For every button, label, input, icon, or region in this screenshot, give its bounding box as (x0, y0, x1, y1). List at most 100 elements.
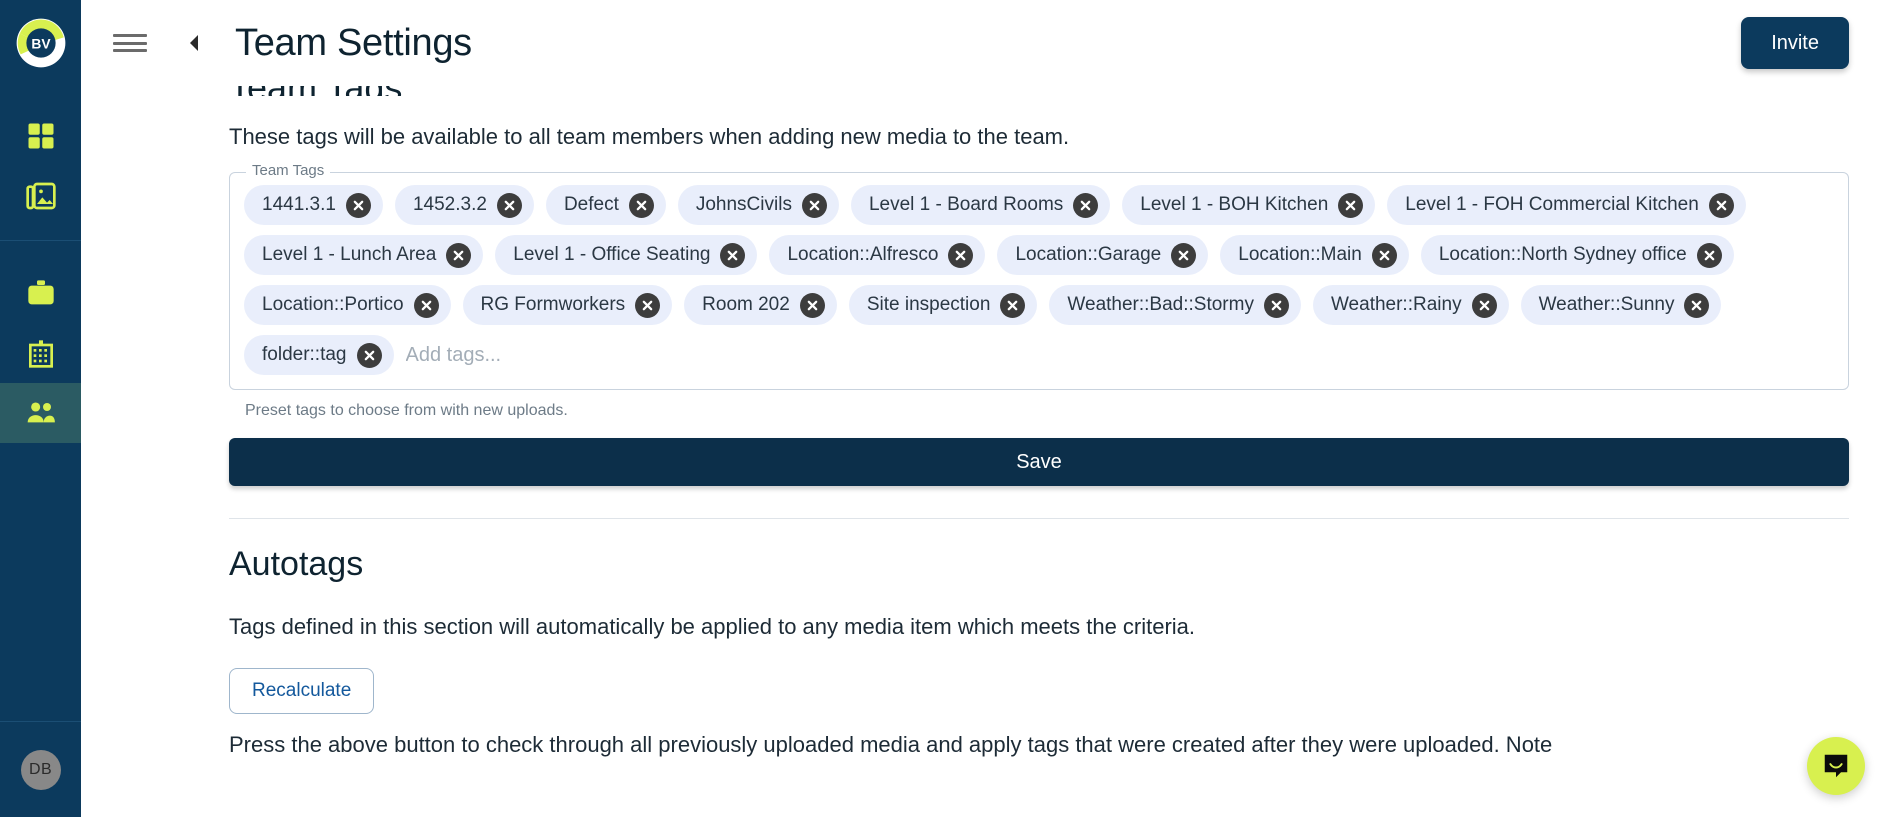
tag-chip-list: 1441.3.1 1452.3.2 Defect JohnsCivils Level 1… (244, 185, 1834, 375)
sidebar-item-projects[interactable] (0, 263, 81, 323)
team-tags-heading: Team Tags (229, 86, 1849, 96)
autotags-heading: Autotags (229, 545, 364, 583)
tag-chip-label: Weather::Rainy (1330, 294, 1462, 315)
briefcase-icon (27, 280, 54, 305)
tag-chip: Level 1 - Office Seating (495, 235, 758, 275)
sidebar-item-company[interactable] (0, 323, 81, 383)
tag-remove-icon[interactable] (446, 242, 472, 268)
sidebar-item-team[interactable] (0, 383, 81, 443)
tag-chip-label: 1452.3.2 (412, 194, 487, 215)
tag-remove-icon[interactable] (1371, 242, 1397, 268)
tag-remove-icon[interactable] (345, 192, 371, 218)
tag-chip-label: Weather::Bad::Stormy (1067, 294, 1254, 315)
add-tags-input[interactable] (405, 336, 671, 374)
tag-remove-icon[interactable] (948, 242, 974, 268)
tag-remove-icon[interactable] (356, 342, 382, 368)
team-tags-legend: Team Tags (246, 162, 331, 179)
tag-remove-icon[interactable] (1696, 242, 1722, 268)
tag-chip-label: folder::tag (262, 344, 347, 365)
tag-chip: RG Formworkers (462, 285, 673, 325)
sidebar-item-media[interactable] (0, 166, 81, 226)
tag-chip-label: Site inspection (866, 294, 991, 315)
tag-chip: Defect (545, 185, 666, 225)
tag-remove-icon[interactable] (1338, 192, 1364, 218)
tag-remove-icon[interactable] (628, 192, 654, 218)
tag-remove-icon[interactable] (1000, 292, 1026, 318)
tag-chip-label: Level 1 - BOH Kitchen (1140, 194, 1329, 215)
tag-chip-label: 1441.3.1 (262, 194, 336, 215)
tag-remove-icon[interactable] (720, 242, 746, 268)
autotags-footer-note: Press the above button to check through … (229, 732, 1553, 757)
user-avatar-area[interactable]: DB (0, 721, 81, 817)
tag-chip: Room 202 (684, 285, 837, 325)
tag-remove-icon[interactable] (496, 192, 522, 218)
hamburger-menu-icon[interactable] (113, 30, 147, 56)
tag-remove-icon[interactable] (1471, 292, 1497, 318)
tag-remove-icon[interactable] (801, 192, 827, 218)
tag-chip-label: Location::North Sydney office (1438, 244, 1687, 265)
tag-remove-icon[interactable] (1171, 242, 1197, 268)
tag-chip: Location::North Sydney office (1420, 235, 1734, 275)
tag-chip-label: Level 1 - Board Rooms (868, 194, 1064, 215)
tag-chip-label: Location::Garage (1015, 244, 1162, 265)
tag-chip-label: Level 1 - FOH Commercial Kitchen (1405, 194, 1699, 215)
tag-chip: 1441.3.1 (244, 185, 383, 225)
chevron-left-glyph (190, 35, 198, 51)
team-tags-helper-text: Preset tags to choose from with new uplo… (245, 402, 568, 419)
chevron-left-icon[interactable] (183, 29, 205, 57)
tag-remove-icon[interactable] (635, 292, 661, 318)
people-icon (27, 402, 55, 423)
top-bar: Team Settings Invite (81, 0, 1891, 86)
tag-chip: Level 1 - Lunch Area (244, 235, 484, 275)
tag-chip-label: Location::Portico (262, 294, 404, 315)
tag-chip: Level 1 - Board Rooms (850, 185, 1111, 225)
tag-remove-icon[interactable] (1073, 192, 1099, 218)
tag-chip-label: Defect (563, 194, 619, 215)
building-icon (28, 340, 53, 368)
tag-chip-label: Location::Alfresco (787, 244, 939, 265)
app-logo[interactable]: BV (0, 0, 81, 86)
tag-chip: Weather::Sunny (1520, 285, 1722, 325)
tag-chip: Location::Portico (244, 285, 451, 325)
tag-chip: JohnsCivils (677, 185, 839, 225)
tag-remove-icon[interactable] (1684, 292, 1710, 318)
invite-button[interactable]: Invite (1741, 17, 1849, 69)
tag-chip-label: Level 1 - Office Seating (513, 244, 711, 265)
tag-chip: Site inspection (848, 285, 1038, 325)
tag-chip-label: Weather::Sunny (1538, 294, 1675, 315)
team-tags-description: These tags will be available to all team… (229, 124, 1070, 149)
tag-chip-label: JohnsCivils (695, 194, 792, 215)
tag-chip: Level 1 - BOH Kitchen (1122, 185, 1376, 225)
sidebar-nav-primary (0, 86, 81, 240)
tag-chip: Weather::Rainy (1312, 285, 1509, 325)
tag-chip: 1452.3.2 (394, 185, 534, 225)
chat-launcher-button[interactable] (1807, 737, 1865, 795)
autotags-description: Tags defined in this section will automa… (229, 614, 1196, 639)
team-tags-field[interactable]: Team Tags 1441.3.1 1452.3.2 Defect JohnsCiv… (229, 162, 1849, 390)
sidebar: BV DB (0, 0, 81, 817)
sidebar-nav-secondary (0, 241, 81, 443)
tag-remove-icon[interactable] (1708, 192, 1734, 218)
tag-chip-label: Room 202 (702, 294, 790, 315)
avatar[interactable]: DB (20, 749, 61, 790)
tag-remove-icon[interactable] (413, 292, 439, 318)
svg-text:BV: BV (31, 36, 51, 52)
tag-remove-icon[interactable] (799, 292, 825, 318)
chat-bubble-icon (1824, 754, 1848, 778)
tag-chip: folder::tag (244, 335, 394, 375)
bv-logo-icon: BV (16, 18, 65, 68)
recalculate-button[interactable]: Recalculate (229, 668, 375, 714)
dashboard-icon (28, 123, 53, 149)
save-button[interactable]: Save (229, 438, 1849, 486)
tag-chip-label: Location::Main (1238, 244, 1362, 265)
page-title: Team Settings (235, 21, 472, 64)
settings-content: Team Tags These tags will be available t… (81, 86, 1891, 817)
app-root: BV DB Team Settings Invite These tags wi… (0, 0, 1891, 817)
main-area: Team Settings Invite Team Tags These tag… (81, 0, 1891, 817)
tag-chip: Location::Main (1220, 235, 1409, 275)
media-gallery-icon (25, 182, 56, 210)
sidebar-item-dashboard[interactable] (0, 106, 81, 166)
tag-chip: Weather::Bad::Stormy (1049, 285, 1301, 325)
tag-chip: Location::Alfresco (769, 235, 986, 275)
tag-remove-icon[interactable] (1263, 292, 1289, 318)
